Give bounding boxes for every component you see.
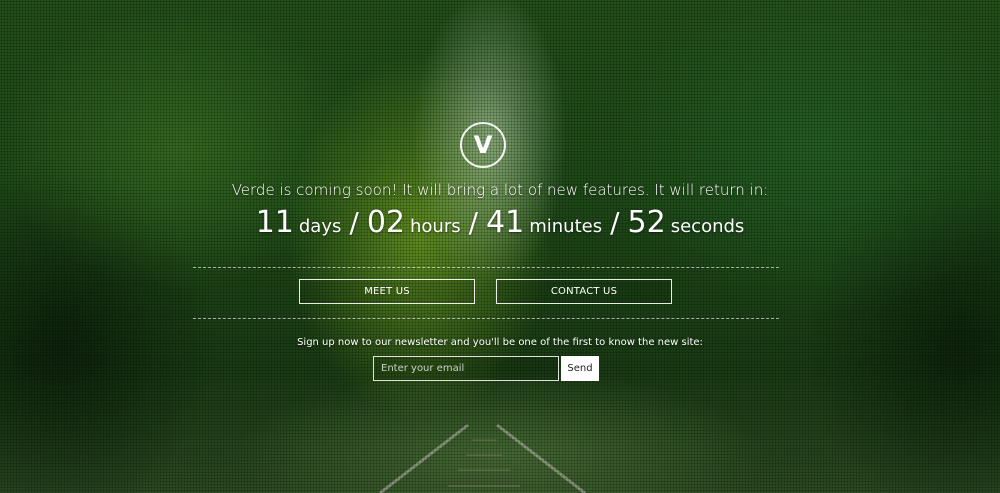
top-divider [193, 267, 779, 268]
brand-logo: V [460, 122, 506, 168]
contact-us-button[interactable]: CONTACT US [496, 279, 672, 304]
forest-background [0, 0, 1000, 493]
countdown-minutes-label: minutes [529, 216, 603, 237]
countdown-days-label: days [298, 216, 342, 237]
countdown-seconds-label: seconds [670, 216, 745, 237]
countdown-hours-value: 02 [366, 205, 405, 240]
railway-tracks [379, 423, 586, 493]
logo-letter: V [473, 131, 493, 159]
countdown-separator: / [610, 206, 620, 239]
countdown-separator: / [468, 206, 479, 239]
countdown-hours-label: hours [410, 216, 461, 237]
countdown-seconds-value: 52 [627, 205, 666, 240]
meet-us-button[interactable]: MEET US [299, 279, 475, 304]
newsletter-text: Sign up now to our newsletter and you'll… [297, 337, 703, 348]
countdown-timer: 11 days/02 hours/41 minutes/52 seconds [0, 205, 1000, 240]
countdown-separator: / [349, 206, 359, 239]
coming-soon-tagline: Verde is coming soon! It will bring a lo… [231, 181, 769, 199]
send-button[interactable]: Send [561, 356, 599, 381]
countdown-days-value: 11 [255, 205, 294, 240]
email-input[interactable] [373, 356, 559, 381]
countdown-minutes-value: 41 [486, 205, 525, 240]
bottom-divider [193, 318, 779, 319]
